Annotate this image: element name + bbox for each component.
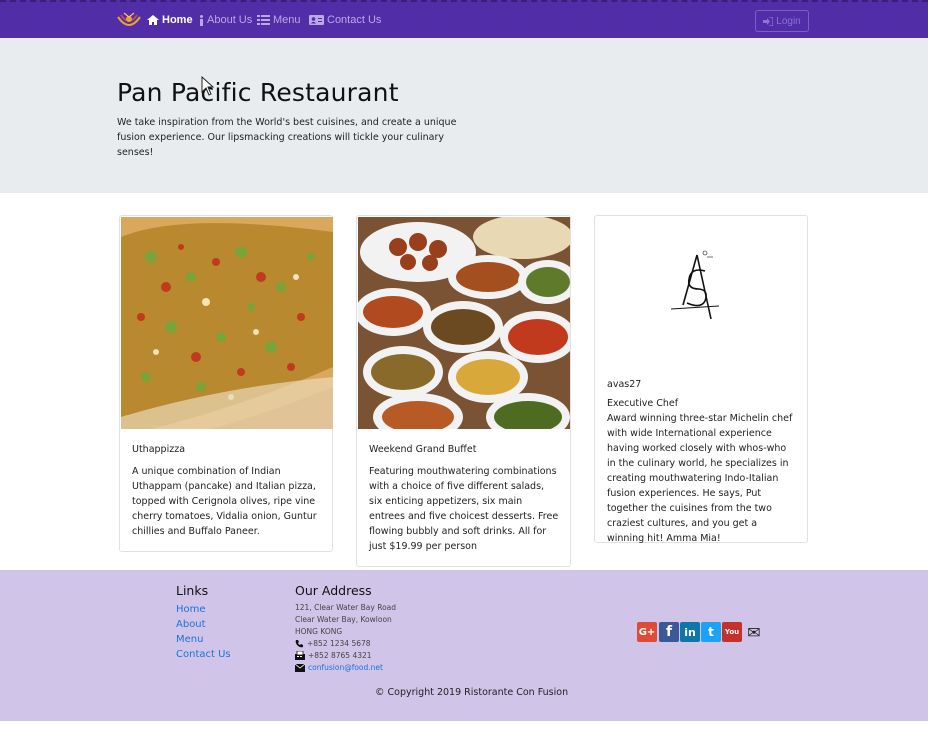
nav-contact-label: Contact Us [327,14,382,26]
email-row: confusion@food.net [295,663,383,672]
signature-logo-image [670,250,720,320]
promotion-card[interactable]: Weekend Grand Buffet Featuring mouthwate… [356,215,571,567]
linkedin-icon[interactable]: in [680,622,700,642]
dish-card[interactable]: Uthappizza A unique combination of India… [119,215,333,552]
fax-row: +852 8765 4321 [295,651,372,660]
login-label: Login [776,15,801,27]
footer [0,570,928,721]
fax-number: +852 8765 4321 [308,651,372,660]
nav-home-label: Home [162,14,193,26]
dish-title: Uthappizza [132,444,186,455]
footer-address-heading: Our Address [295,583,372,598]
jumbotron: Pan Pacific Restaurant We take inspirati… [0,38,928,193]
copyright: © Copyright 2019 Ristorante Con Fusion [375,687,569,698]
nav-about-label: About Us [207,14,253,26]
address-line: HONG KONG [295,627,343,636]
address-line: Clear Water Bay, Kowloon [295,615,392,624]
home-icon [147,15,159,25]
promotion-description: Featuring mouthwatering combinations wit… [369,466,559,552]
twitter-icon[interactable]: t [701,622,721,642]
leader-designation: Executive Chef [607,398,679,409]
list-icon [257,15,270,25]
page-title: Pan Pacific Restaurant [117,78,399,107]
footer-link-menu[interactable]: Menu [176,634,203,645]
fax-icon [295,651,305,660]
facebook-icon[interactable]: f [659,622,679,642]
mail-icon[interactable]: ✉ [744,622,764,642]
address-card-icon [309,15,324,25]
footer-link-contact[interactable]: Contact Us [176,649,231,660]
google-plus-icon[interactable]: G+ [637,622,657,642]
logo-icon[interactable] [116,11,142,31]
footer-link-home[interactable]: Home [176,604,206,615]
phone-number: +852 1234 5678 [307,639,371,648]
address-line: 121, Clear Water Bay Road [295,603,397,612]
youtube-icon[interactable]: You [722,622,742,642]
navbar: Home About Us Menu Contact Us Login [0,0,928,38]
nav-contact[interactable]: Contact Us [309,14,381,26]
jumbotron-description: We take inspiration from the World's bes… [117,117,457,158]
dish-description: A unique combination of Indian Uthappam … [132,466,317,537]
login-button[interactable]: Login [755,10,809,32]
footer-link-about[interactable]: About [176,619,206,630]
dish-image [121,217,333,429]
sign-in-icon [763,16,774,26]
promotion-title: Weekend Grand Buffet [369,444,477,455]
envelope-icon [295,663,305,672]
leader-card[interactable]: avas27 Executive Chef Award winning thre… [594,215,808,544]
footer-links-heading: Links [176,583,209,598]
nav-about[interactable]: About Us [199,14,252,26]
nav-home[interactable]: Home [147,14,193,26]
info-icon [200,14,203,26]
nav-menu-label: Menu [273,14,301,26]
phone-row: +852 1234 5678 [295,639,371,648]
email-link[interactable]: confusion@food.net [308,663,383,672]
phone-icon [295,640,303,648]
page-bottom-strip [0,721,928,729]
mouse-cursor-icon [201,76,215,96]
nav-menu[interactable]: Menu [257,14,301,26]
promotion-image [358,217,570,429]
leader-name: avas27 [607,379,642,390]
leader-description: Award winning three-star Michelin chef w… [607,413,793,544]
